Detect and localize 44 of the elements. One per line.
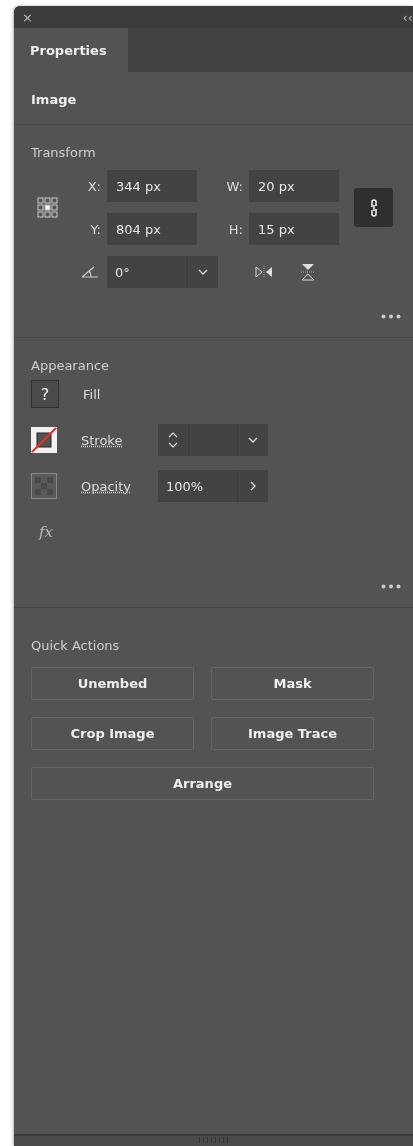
x-label: X: (87, 178, 102, 194)
section-title: Quick Actions (31, 637, 121, 655)
quick-action-button[interactable]: Mask (211, 667, 374, 700)
quick-action-button[interactable]: Image Trace (211, 717, 374, 750)
more-options-icon[interactable] (381, 314, 401, 319)
no-stroke-swatch-icon[interactable] (31, 427, 57, 453)
section-title: Transform (31, 144, 97, 160)
quick-action-button[interactable]: Crop Image (31, 717, 194, 750)
chevron-right-icon[interactable] (250, 481, 257, 491)
stepper-icon[interactable] (168, 432, 178, 448)
chevron-down-icon[interactable] (198, 269, 208, 275)
height-field[interactable]: 15 px (249, 213, 339, 245)
x-field[interactable]: 344 px (107, 170, 197, 202)
unknown-fill-swatch[interactable]: ? (31, 380, 59, 408)
close-icon[interactable]: × (22, 10, 33, 24)
width-label: W: (226, 178, 244, 194)
opacity-field[interactable]: 100% (158, 470, 268, 502)
panel-tab[interactable]: Properties (14, 28, 128, 72)
rotate-angle-field[interactable]: 0° (107, 256, 218, 288)
section-title: Appearance (31, 357, 111, 373)
flip-vertical-icon[interactable] (301, 263, 315, 281)
chevron-down-icon[interactable] (248, 437, 258, 443)
collapse-icon[interactable]: ‹‹ (402, 10, 413, 24)
reference-point-icon[interactable] (37, 196, 59, 219)
stroke-label[interactable]: Stroke (81, 432, 158, 448)
link-icon (368, 197, 379, 218)
constrain-proportions-button[interactable] (354, 188, 393, 227)
angle-value: 0° (114, 264, 131, 280)
quick-action-button[interactable]: Arrange (31, 767, 374, 800)
y-label: Y: (90, 221, 102, 237)
height-label: H: (228, 221, 244, 237)
fill-label: Fill (83, 386, 102, 402)
object-type-label: Image (31, 91, 78, 107)
flip-horizontal-icon[interactable] (255, 266, 273, 278)
opacity-value: 100% (165, 478, 205, 494)
y-field[interactable]: 804 px (107, 213, 197, 245)
stroke-weight-field[interactable] (158, 424, 268, 456)
width-field[interactable]: 20 px (249, 170, 339, 202)
question-mark: ? (40, 384, 50, 404)
quick-action-button[interactable]: Unembed (31, 667, 194, 700)
opacity-label[interactable]: Opacity (81, 478, 158, 494)
effects-button[interactable]: fx (39, 523, 53, 541)
more-options-icon[interactable] (381, 584, 401, 589)
checkerboard-swatch-icon (31, 473, 57, 499)
